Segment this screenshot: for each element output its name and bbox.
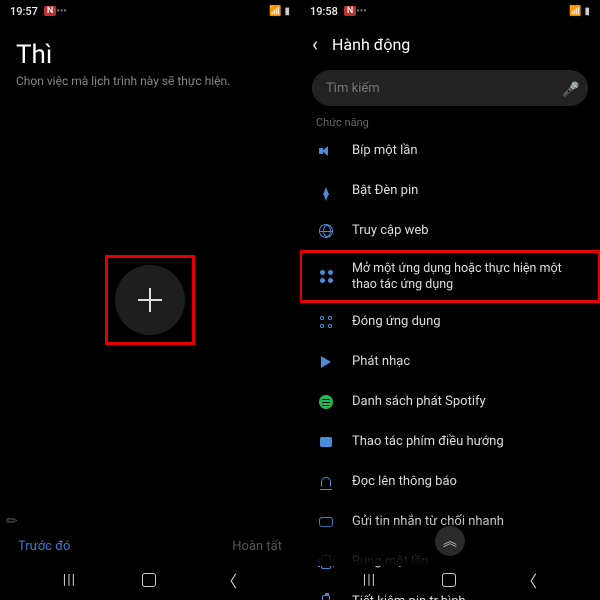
screen-actions: 19:58 N ••• 📶▮ ‹ Hành động Tìm kiếm 🎤 Ch… — [300, 0, 600, 600]
nav-recents[interactable]: ||| — [363, 572, 376, 588]
action-item[interactable]: Mở một ứng dụng hoặc thực hiện một thao … — [300, 251, 600, 302]
action-item[interactable]: Bíp một lần — [300, 131, 600, 171]
plus-icon — [138, 288, 162, 312]
action-label: Mở một ứng dụng hoặc thực hiện một thao … — [352, 261, 584, 292]
screen-then: 19:57 N ••• 📶▮ Thì Chọn việc mà lịch trì… — [0, 0, 300, 600]
action-label: Tiết kiệm pin tr.bình — [352, 594, 584, 600]
apps-outline-icon — [316, 316, 336, 329]
action-label: Danh sách phát Spotify — [352, 394, 584, 410]
message-icon — [316, 517, 336, 527]
nav-back[interactable]: 〈 — [221, 568, 237, 592]
status-overflow: ••• — [356, 6, 367, 17]
play-icon — [316, 356, 336, 368]
action-label: Phát nhạc — [352, 354, 584, 370]
status-system-icons: 📶▮ — [569, 6, 590, 17]
action-label: Gửi tin nhắn từ chối nhanh — [352, 514, 584, 530]
speaker-icon — [316, 146, 336, 156]
back-button[interactable]: Trước đó — [18, 539, 70, 554]
add-action-button[interactable] — [115, 265, 185, 335]
android-nav-bar: ||| 〈 — [0, 568, 300, 592]
nav-home[interactable] — [142, 573, 156, 587]
action-item[interactable]: Phát nhạc — [300, 342, 600, 382]
footer-actions: Trước đó Hoàn tất — [0, 539, 300, 554]
section-header: Chức năng — [300, 110, 600, 131]
flashlight-icon — [316, 187, 336, 195]
battery-icon — [316, 595, 336, 600]
action-item[interactable]: Thao tác phím điều hướng — [300, 422, 600, 462]
status-bar: 19:58 N ••• 📶▮ — [300, 0, 600, 22]
globe-icon — [316, 224, 336, 238]
nav-home[interactable] — [442, 573, 456, 587]
action-item[interactable]: Đọc lên thông báo — [300, 462, 600, 502]
action-label: Đóng ứng dụng — [352, 314, 584, 330]
navkey-icon — [316, 437, 336, 447]
spotify-icon — [316, 395, 336, 409]
action-item[interactable]: Truy cập web — [300, 211, 600, 251]
nav-recents[interactable]: ||| — [63, 572, 76, 588]
status-time: 19:58 — [310, 5, 338, 18]
nav-back[interactable]: 〈 — [521, 568, 537, 592]
action-label: Bíp một lần — [352, 143, 584, 159]
back-icon[interactable]: ‹ — [308, 28, 322, 60]
status-app-badge: N — [344, 6, 356, 16]
mic-icon[interactable]: 🎤 — [562, 82, 574, 94]
action-label: Bật Đèn pin — [352, 183, 584, 199]
header-title: Hành động — [332, 35, 410, 54]
scroll-to-top-button[interactable]: ︽ — [435, 526, 465, 556]
android-nav-bar: ||| 〈 — [300, 568, 600, 592]
apps-icon — [316, 270, 336, 283]
action-item[interactable]: Đóng ứng dụng — [300, 302, 600, 342]
empty-state — [0, 0, 300, 600]
action-label: Thao tác phím điều hướng — [352, 434, 584, 450]
action-label: Truy cập web — [352, 223, 584, 239]
done-button[interactable]: Hoàn tất — [232, 539, 282, 554]
action-item[interactable]: Danh sách phát Spotify — [300, 382, 600, 422]
search-input[interactable]: Tìm kiếm 🎤 — [312, 70, 588, 106]
action-item[interactable]: Bật Đèn pin — [300, 171, 600, 211]
header: ‹ Hành động — [300, 22, 600, 64]
search-placeholder: Tìm kiếm — [326, 81, 380, 96]
action-label: Đọc lên thông báo — [352, 474, 584, 490]
notification-icon — [316, 477, 336, 487]
